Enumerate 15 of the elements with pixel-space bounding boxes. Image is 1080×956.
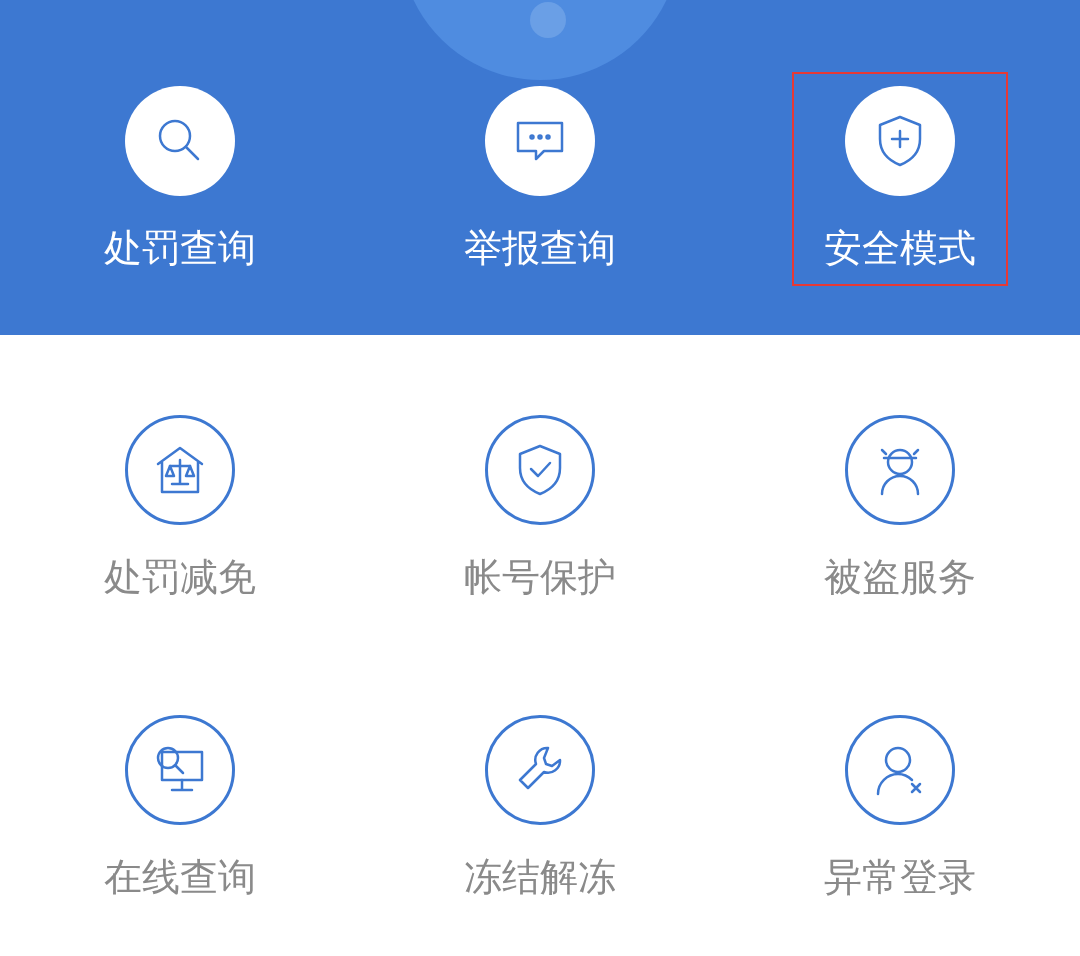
service-label: 帐号保护: [464, 555, 616, 599]
tile-label: 举报查询: [464, 226, 616, 270]
service-label: 被盗服务: [824, 555, 976, 599]
tile-label: 处罚查询: [104, 226, 256, 270]
tile-label: 安全模式: [824, 226, 976, 270]
service-label: 异常登录: [824, 855, 976, 899]
service-label: 处罚减免: [104, 555, 256, 599]
service-tile[interactable]: [125, 715, 235, 825]
service-tile[interactable]: [485, 715, 595, 825]
service-tile[interactable]: [485, 415, 595, 525]
service-label: 在线查询: [104, 855, 256, 899]
service-tile[interactable]: [845, 415, 955, 525]
service-label: 冻结解冻: [464, 855, 616, 899]
service-tile[interactable]: [125, 415, 235, 525]
service-tile[interactable]: [845, 715, 955, 825]
